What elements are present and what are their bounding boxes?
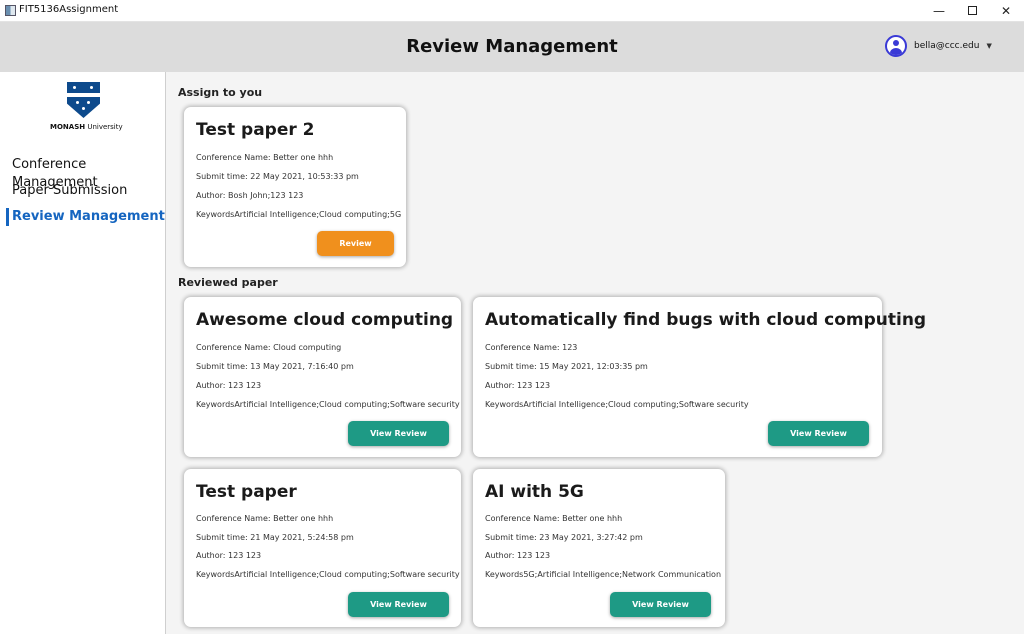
paper-submit-time: Submit time: 23 May 2021, 3:27:42 pm — [485, 533, 643, 542]
app-icon — [5, 5, 16, 16]
review-button[interactable]: Review — [317, 231, 394, 256]
paper-card: AI with 5G Conference Name: Better one h… — [473, 469, 725, 627]
paper-author: Author: Bosh John;123 123 — [196, 191, 304, 200]
page-title: Review Management — [406, 36, 618, 57]
app-header: Review Management bella@ccc.edu ▼ — [0, 22, 1024, 72]
paper-author: Author: 123 123 — [485, 381, 551, 390]
paper-conference: Conference Name: Better one hhh — [485, 514, 623, 523]
paper-title: Awesome cloud computing — [196, 310, 454, 330]
active-indicator — [6, 208, 9, 226]
sidebar-item-conference-management[interactable]: Conference Management — [0, 156, 166, 190]
paper-keywords: Keywords5G;Artificial Intelligence;Netwo… — [485, 570, 722, 579]
close-button[interactable]: ✕ — [989, 0, 1023, 22]
paper-title: Test paper — [196, 482, 297, 502]
paper-submit-time: Submit time: 13 May 2021, 7:16:40 pm — [196, 362, 354, 371]
minimize-button[interactable]: — — [922, 0, 956, 22]
paper-author: Author: 123 123 — [196, 381, 262, 390]
paper-conference: Conference Name: Better one hhh — [196, 514, 334, 523]
maximize-icon — [967, 6, 977, 15]
paper-conference: Conference Name: 123 — [485, 343, 578, 352]
paper-keywords: KeywordsArtificial Intelligence;Cloud co… — [485, 400, 749, 409]
paper-submit-time: Submit time: 22 May 2021, 10:53:33 pm — [196, 172, 359, 181]
user-menu[interactable]: bella@ccc.edu ▼ — [885, 35, 992, 57]
sidebar-nav: Conference Management Paper Submission R… — [0, 156, 166, 234]
main-content: Assign to you Test paper 2 Conference Na… — [166, 72, 1024, 634]
paper-keywords: KeywordsArtificial Intelligence;Cloud co… — [196, 570, 460, 579]
chevron-down-icon[interactable]: ▼ — [986, 42, 991, 50]
monash-logo: MONASH University — [50, 82, 123, 134]
paper-conference: Conference Name: Better one hhh — [196, 153, 334, 162]
view-review-button[interactable]: View Review — [610, 592, 711, 617]
paper-submit-time: Submit time: 15 May 2021, 12:03:35 pm — [485, 362, 648, 371]
paper-card: Test paper Conference Name: Better one h… — [184, 469, 461, 627]
paper-author: Author: 123 123 — [196, 551, 262, 560]
view-review-button[interactable]: View Review — [768, 421, 869, 446]
window-title: FIT5136Assignment — [19, 4, 119, 15]
maximize-button[interactable] — [955, 0, 989, 22]
paper-conference: Conference Name: Cloud computing — [196, 343, 342, 352]
user-email[interactable]: bella@ccc.edu — [914, 41, 979, 51]
paper-title: AI with 5G — [485, 482, 584, 502]
sidebar: MONASH University Conference Management … — [0, 72, 166, 634]
view-review-button[interactable]: View Review — [348, 421, 449, 446]
sidebar-item-review-management[interactable]: Review Management — [0, 208, 166, 234]
paper-keywords: KeywordsArtificial Intelligence;Cloud co… — [196, 210, 402, 219]
logo-wordmark: MONASH University — [50, 123, 123, 131]
view-review-button[interactable]: View Review — [348, 592, 449, 617]
section-title-reviewed: Reviewed paper — [178, 276, 278, 289]
window-titlebar: FIT5136Assignment — ✕ — [0, 0, 1024, 22]
paper-author: Author: 123 123 — [485, 551, 551, 560]
sidebar-item-label: Paper Submission — [12, 183, 128, 198]
paper-card: Test paper 2 Conference Name: Better one… — [184, 107, 406, 267]
monash-shield-icon — [67, 82, 100, 118]
paper-title: Automatically find bugs with cloud compu… — [485, 310, 927, 330]
paper-title: Test paper 2 — [196, 120, 315, 140]
user-avatar-icon[interactable] — [885, 35, 907, 57]
sidebar-item-paper-submission[interactable]: Paper Submission — [0, 182, 166, 208]
paper-card: Awesome cloud computing Conference Name:… — [184, 297, 461, 457]
paper-keywords: KeywordsArtificial Intelligence;Cloud co… — [196, 400, 460, 409]
sidebar-item-label: Review Management — [12, 209, 165, 224]
paper-submit-time: Submit time: 21 May 2021, 5:24:58 pm — [196, 533, 354, 542]
paper-card: Automatically find bugs with cloud compu… — [473, 297, 926, 457]
section-title-assigned: Assign to you — [178, 86, 263, 99]
